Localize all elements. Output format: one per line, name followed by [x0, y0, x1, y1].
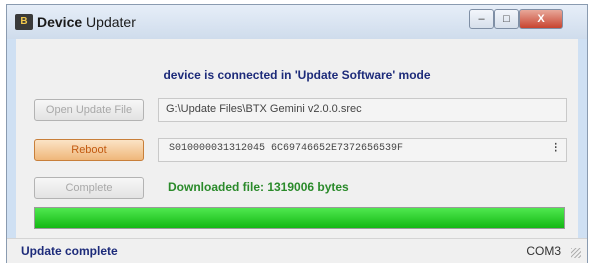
status-bar: Update complete COM3 [7, 238, 587, 263]
open-update-file-button[interactable]: Open Update File [34, 99, 144, 121]
download-status: Downloaded file: 1319006 bytes [168, 180, 349, 194]
connection-message: device is connected in 'Update Software'… [163, 68, 431, 82]
com-port: COM3 [526, 244, 561, 258]
app-logo-icon: B [15, 14, 33, 30]
window-title-app: Device [37, 14, 83, 30]
window-title: Device Updater [37, 14, 136, 30]
srec-record-field[interactable]: S010000031312045 6C69746652E7372656539F … [158, 138, 567, 162]
close-button[interactable]: X [519, 9, 563, 29]
maximize-icon: □ [503, 13, 510, 25]
client-area: device is connected in 'Update Software'… [16, 39, 578, 238]
close-icon: X [537, 13, 545, 25]
reboot-button[interactable]: Reboot [34, 139, 144, 161]
window-title-rest: Updater [86, 14, 136, 30]
resize-grip-icon[interactable] [571, 248, 581, 258]
complete-button[interactable]: Complete [34, 177, 144, 199]
minimize-button[interactable]: – [469, 9, 494, 29]
progress-bar [34, 207, 565, 229]
title-bar[interactable]: B Device Updater – □ X [7, 5, 587, 39]
file-path-field[interactable]: G:\Update Files\BTX Gemini v2.0.0.srec [158, 98, 567, 122]
spinner-icon[interactable]: ⁝ [554, 139, 558, 159]
device-updater-window: B Device Updater – □ X device is connect… [6, 4, 588, 263]
maximize-button[interactable]: □ [494, 9, 519, 29]
srec-line-text: S010000031312045 6C69746652E7372656539F [169, 143, 404, 154]
status-text: Update complete [21, 244, 118, 258]
minimize-icon: – [478, 13, 485, 25]
progress-fill [35, 208, 564, 228]
